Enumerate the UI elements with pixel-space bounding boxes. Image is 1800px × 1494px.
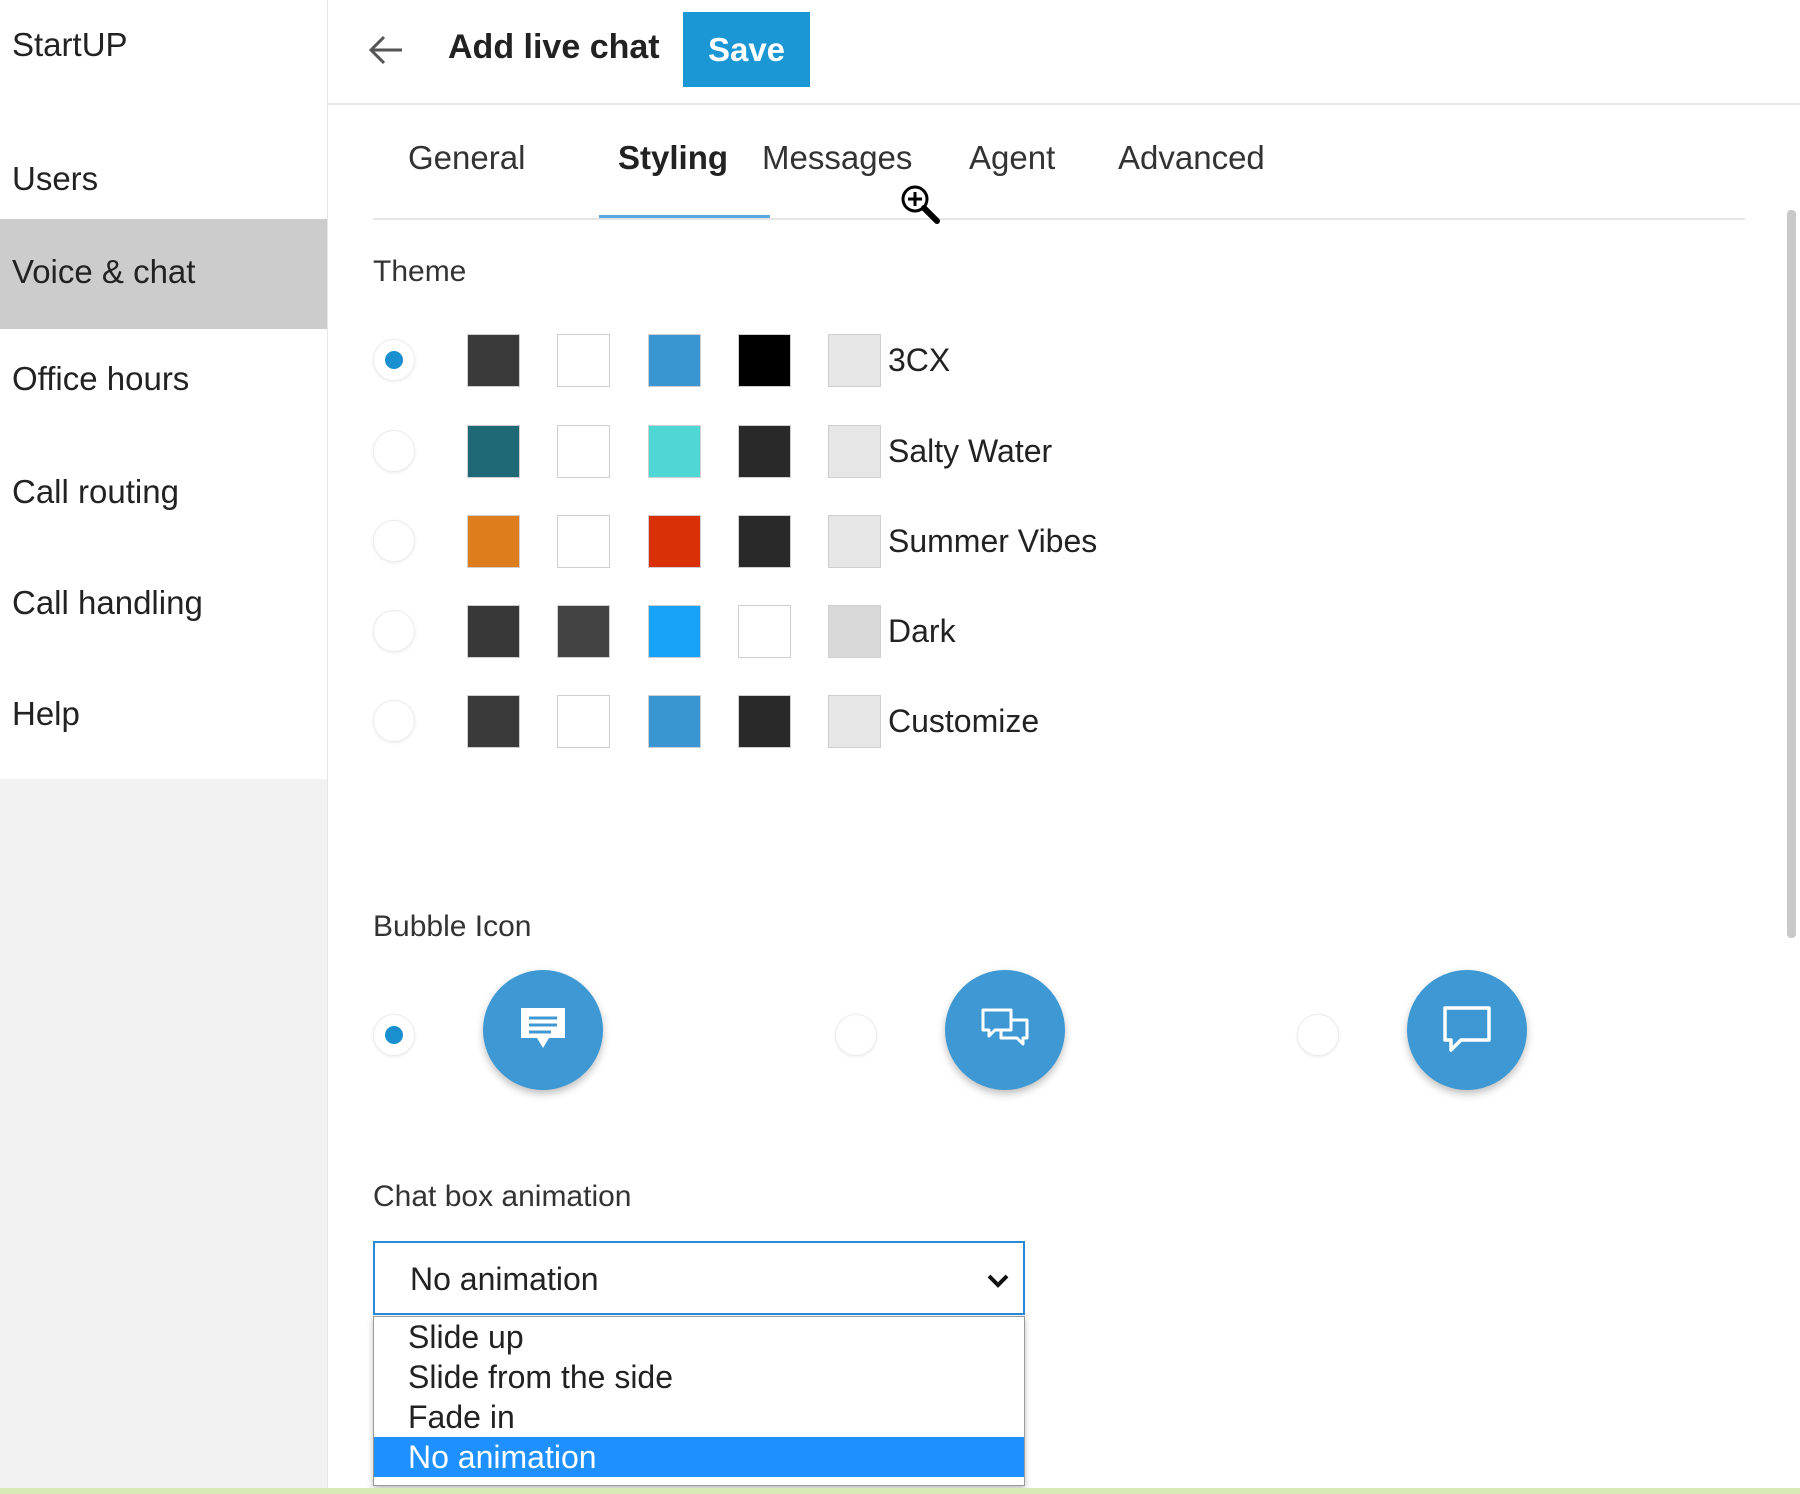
sidebar-item-users[interactable]: Users (0, 105, 327, 219)
tab-bar: General Styling Messages Agent Advanced (373, 105, 1745, 220)
theme-name: 3CX (888, 342, 951, 378)
color-swatch (557, 605, 610, 658)
save-button[interactable]: Save (683, 12, 810, 87)
chat-box-animation-select[interactable]: No animation (373, 1241, 1025, 1315)
tab-agent[interactable]: Agent (969, 139, 1055, 177)
chevron-down-icon (987, 1274, 1009, 1288)
theme-name: Summer Vibes (888, 523, 1098, 559)
color-swatch (738, 695, 791, 748)
color-swatch (648, 515, 701, 568)
sidebar-item-startup[interactable]: StartUP (0, 0, 327, 105)
color-swatch (648, 605, 701, 658)
tab-general[interactable]: General (408, 139, 525, 177)
color-swatch (828, 695, 881, 748)
theme-radio[interactable] (373, 700, 415, 742)
color-swatch (467, 515, 520, 568)
header: Add live chat Save (328, 0, 1800, 105)
bubble-option-3[interactable] (1407, 970, 1527, 1090)
bubble-radio-3[interactable] (1297, 1014, 1339, 1056)
arrow-left-icon[interactable] (366, 30, 406, 70)
chat-bubble-lines-icon (521, 1008, 565, 1048)
color-swatch (738, 425, 791, 478)
dropdown-option-fade-in[interactable]: Fade in (374, 1397, 1024, 1437)
color-swatch (467, 695, 520, 748)
sidebar-item-call-handling[interactable]: Call handling (0, 554, 327, 666)
tab-styling[interactable]: Styling (618, 139, 728, 177)
page-title: Add live chat (448, 28, 660, 66)
sidebar-item-help[interactable]: Help (0, 666, 327, 779)
bubble-option-1[interactable] (483, 970, 603, 1090)
color-swatch (467, 334, 520, 387)
animation-dropdown-list: Slide up Slide from the side Fade in No … (373, 1316, 1025, 1486)
bubble-radio-2[interactable] (835, 1014, 877, 1056)
color-swatch (648, 695, 701, 748)
color-swatch (828, 605, 881, 658)
chat-bubbles-double-icon (981, 1008, 1029, 1046)
color-swatch (738, 334, 791, 387)
tab-messages[interactable]: Messages (762, 139, 912, 177)
zoom-in-cursor-icon (901, 185, 940, 224)
theme-option-salty-water[interactable]: Salty Water (373, 425, 1173, 481)
bubble-radio-1[interactable] (373, 1014, 415, 1056)
color-swatch (557, 515, 610, 568)
theme-radio[interactable] (373, 520, 415, 562)
theme-radio[interactable] (373, 430, 415, 472)
color-swatch (738, 605, 791, 658)
bubble-option-2[interactable] (945, 970, 1065, 1090)
theme-label: Theme (373, 255, 467, 288)
theme-option-customize[interactable]: Customize (373, 695, 1173, 751)
color-swatch (557, 695, 610, 748)
color-swatch (557, 334, 610, 387)
theme-name: Dark (888, 613, 956, 649)
sidebar-item-call-routing[interactable]: Call routing (0, 443, 327, 554)
theme-radio[interactable] (373, 339, 415, 381)
tab-advanced[interactable]: Advanced (1118, 139, 1265, 177)
color-swatch (828, 334, 881, 387)
dropdown-option-slide-up[interactable]: Slide up (374, 1317, 1024, 1357)
active-tab-indicator (599, 215, 770, 218)
theme-option-3cx[interactable]: 3CX (373, 334, 1173, 390)
bubble-icon-label: Bubble Icon (373, 910, 532, 943)
theme-radio[interactable] (373, 610, 415, 652)
scrollbar[interactable] (1787, 210, 1796, 938)
dropdown-option-no-animation[interactable]: No animation (374, 1437, 1024, 1477)
color-swatch (648, 425, 701, 478)
sidebar-item-voice-chat[interactable]: Voice & chat (0, 219, 327, 331)
sidebar-item-office-hours[interactable]: Office hours (0, 331, 327, 443)
theme-name: Customize (888, 703, 1040, 739)
color-swatch (557, 425, 610, 478)
theme-name: Salty Water (888, 433, 1053, 469)
color-swatch (738, 515, 791, 568)
color-swatch (648, 334, 701, 387)
color-swatch (828, 515, 881, 568)
dropdown-option-slide-from-side[interactable]: Slide from the side (374, 1357, 1024, 1397)
sidebar: StartUP Users Voice & chat Office hours … (0, 0, 328, 1494)
color-swatch (467, 425, 520, 478)
main-content: General Styling Messages Agent Advanced … (328, 105, 1800, 1494)
theme-option-summer-vibes[interactable]: Summer Vibes (373, 515, 1173, 571)
bottom-border (0, 1488, 1800, 1494)
color-swatch (467, 605, 520, 658)
theme-option-dark[interactable]: Dark (373, 605, 1173, 661)
chat-bubble-empty-icon (1443, 1006, 1491, 1052)
color-swatch (828, 425, 881, 478)
select-value: No animation (410, 1261, 599, 1297)
chat-box-animation-label: Chat box animation (373, 1180, 632, 1213)
